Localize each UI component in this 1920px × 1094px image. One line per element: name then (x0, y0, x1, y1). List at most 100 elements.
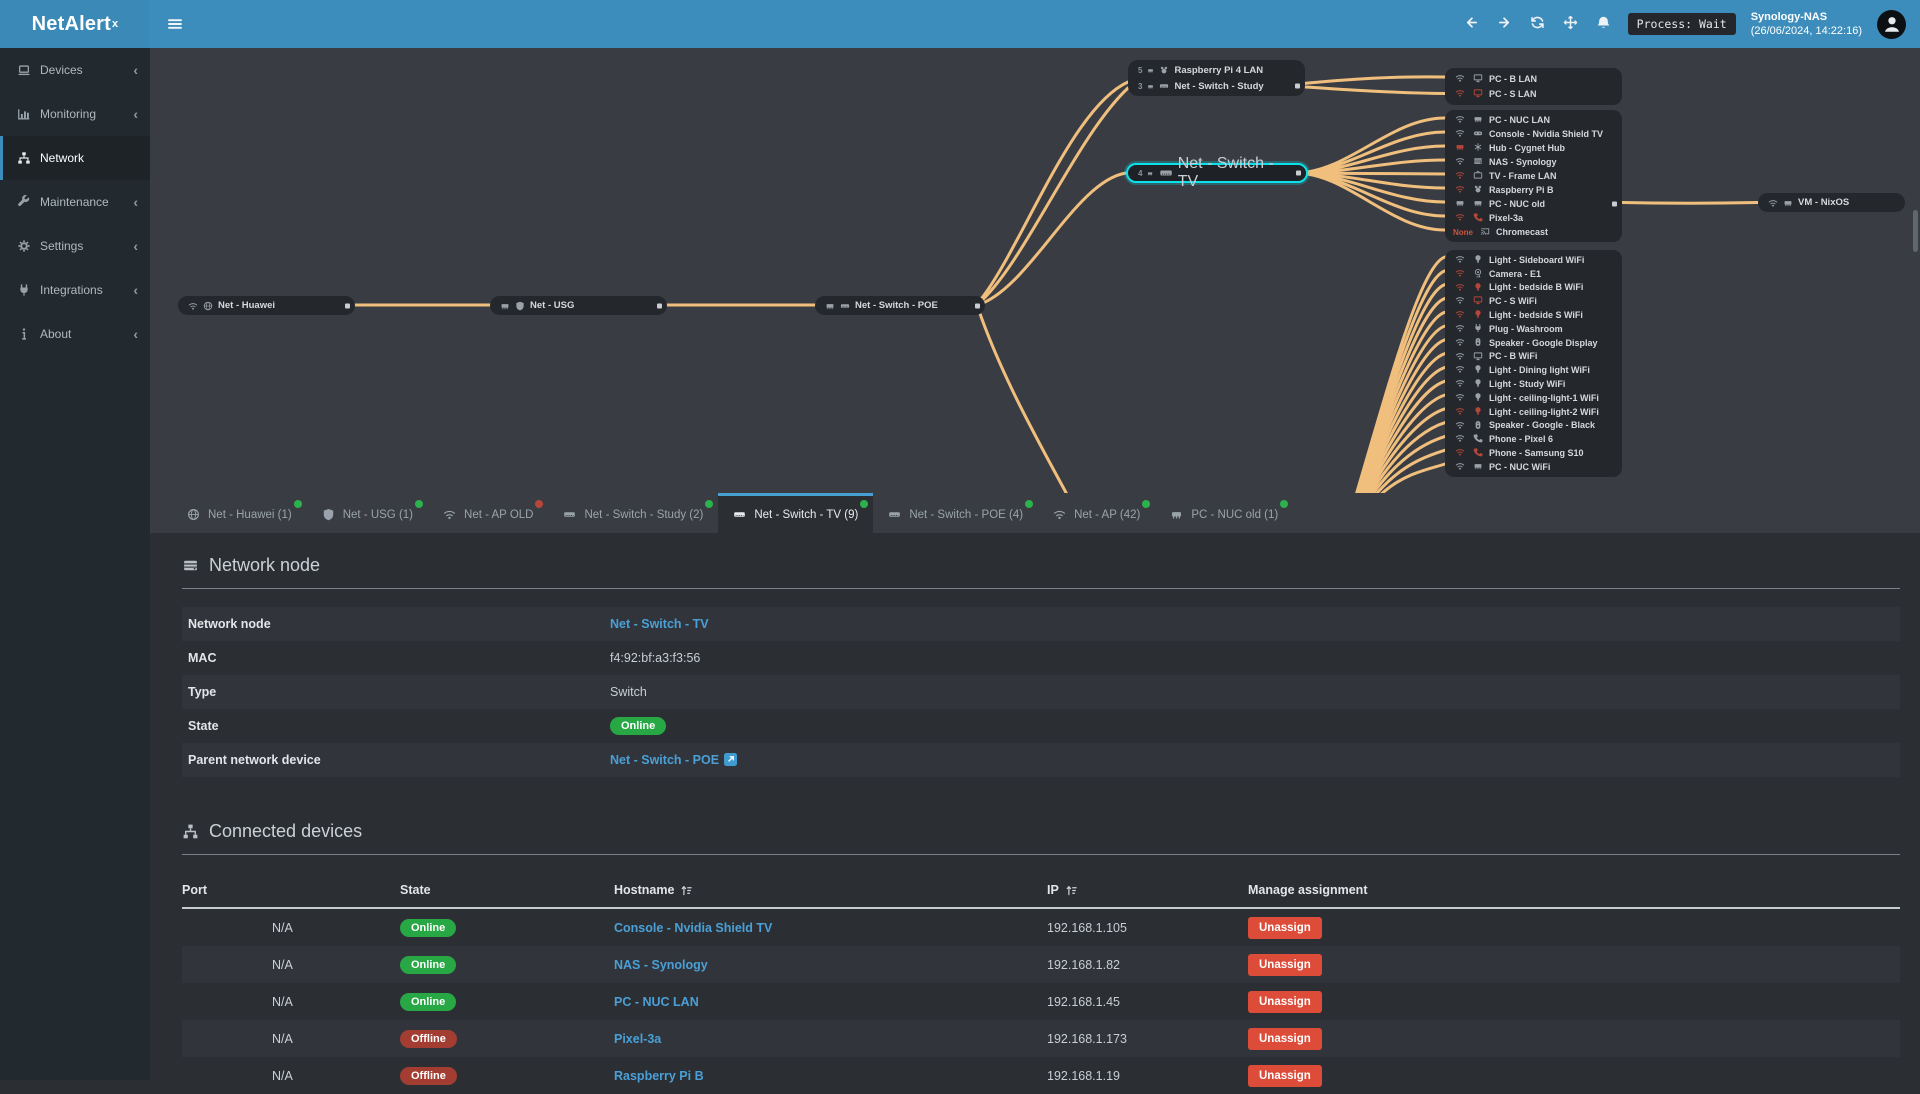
topology-device-row[interactable]: Light - bedside S WiFi (1445, 308, 1622, 322)
topology-device-row[interactable]: Light - ceiling-light-1 WiFi (1445, 391, 1622, 405)
topology-node[interactable]: 5 Raspberry Pi 4 LAN (1128, 62, 1305, 78)
unassign-button[interactable]: Unassign (1248, 916, 1322, 939)
device-hostname-link[interactable]: NAS - Synology (614, 958, 708, 972)
topology-node[interactable]: Net - USG (490, 296, 667, 315)
node-connector[interactable] (975, 303, 980, 308)
topology-device-row[interactable]: NAS - Synology (1445, 155, 1622, 169)
topology-device-row[interactable]: Light - bedside B WiFi (1445, 281, 1622, 295)
topology-node-selected[interactable]: 4 Net - Switch - TV (1126, 155, 1308, 190)
sidebar-item-integrations[interactable]: Integrations ‹ (0, 268, 150, 312)
device-hostname-link[interactable]: Raspberry Pi B (614, 1069, 704, 1083)
sidebar-item-settings[interactable]: Settings ‹ (0, 224, 150, 268)
wifi-icon (1455, 128, 1465, 138)
tab-net-ap-42-[interactable]: Net - AP (42) (1038, 493, 1155, 533)
topology-device-row[interactable]: PC - NUC WiFi (1445, 460, 1622, 474)
bulb-icon (1473, 309, 1483, 319)
topology-node-stack[interactable]: 5 Raspberry Pi 4 LAN 3 Net - Switch - St… (1128, 60, 1305, 96)
tab-label: Net - Huawei (1) (208, 508, 292, 521)
tab-net-switch-study-2-[interactable]: Net - Switch - Study (2) (548, 493, 718, 533)
sidebar-item-network[interactable]: Network (0, 136, 150, 180)
node-connector[interactable] (1296, 170, 1301, 176)
sidebar-item-about[interactable]: About ‹ (0, 312, 150, 356)
col-header-hostname[interactable]: Hostname (614, 883, 1047, 897)
unassign-button[interactable]: Unassign (1248, 953, 1322, 976)
nav-forward-button[interactable] (1496, 15, 1514, 32)
topology-canvas[interactable]: Net - Huawei Net - USG Net - Switch - PO… (150, 48, 1920, 493)
node-connector[interactable] (1612, 201, 1617, 207)
col-header-ip[interactable]: IP (1047, 883, 1248, 897)
topology-device-row[interactable]: Light - Sideboard WiFi (1445, 253, 1622, 267)
topology-device-row[interactable]: Speaker - Google Display (1445, 336, 1622, 350)
status-dot-green (293, 500, 302, 508)
node-connector[interactable] (345, 303, 350, 308)
state-badge-online: Online (400, 955, 457, 974)
topology-device-row[interactable]: Pixel-3a (1445, 211, 1622, 225)
raspberry-icon (1159, 65, 1169, 75)
plug-icon (17, 283, 31, 297)
tab-net-usg-1-[interactable]: Net - USG (1) (307, 493, 428, 533)
topology-device-row[interactable]: Light - Study WiFi (1445, 377, 1622, 391)
app-logo[interactable]: NetAlert x (0, 0, 150, 48)
wifi-icon (443, 508, 456, 521)
globe-icon (187, 508, 200, 521)
device-hostname-link[interactable]: PC - NUC LAN (614, 995, 699, 1009)
topology-node[interactable]: 3 Net - Switch - Study (1128, 78, 1305, 94)
sidebar-item-monitoring[interactable]: Monitoring ‹ (0, 92, 150, 136)
topology-node[interactable]: VM - NixOS (1758, 193, 1905, 212)
tab-net-switch-poe-4-[interactable]: Net - Switch - POE (4) (873, 493, 1038, 533)
topology-device-row[interactable]: Speaker - Google - Black (1445, 419, 1622, 433)
parent-node-link[interactable]: Net - Switch - POE (610, 753, 719, 767)
sidebar-item-devices[interactable]: Devices ‹ (0, 48, 150, 92)
topology-device-row[interactable]: Console - Nvidia Shield TV (1445, 127, 1622, 141)
wifi-icon (1053, 508, 1066, 521)
unassign-button[interactable]: Unassign (1248, 1064, 1322, 1087)
topology-device-row[interactable]: PC - NUC old (1445, 197, 1622, 211)
unassign-button[interactable]: Unassign (1248, 990, 1322, 1013)
unassign-button[interactable]: Unassign (1248, 1027, 1322, 1050)
device-label: PC - S WiFi (1489, 296, 1537, 307)
nav-back-button[interactable] (1463, 15, 1481, 32)
topology-device-row[interactable]: Hub - Cygnet Hub (1445, 141, 1622, 155)
pan-mode-button[interactable] (1562, 15, 1580, 32)
tab-pc-nuc-old-1-[interactable]: PC - NUC old (1) (1155, 493, 1293, 533)
topology-device-row[interactable]: None Chromecast (1445, 225, 1622, 239)
sidebar-item-maintenance[interactable]: Maintenance ‹ (0, 180, 150, 224)
user-avatar[interactable] (1877, 9, 1906, 39)
topology-node[interactable]: Net - Huawei (178, 296, 355, 315)
wifi-icon (1455, 88, 1465, 98)
node-label: Net - Switch - TV (1177, 155, 1274, 190)
tab-net-huawei-1-[interactable]: Net - Huawei (1) (172, 493, 307, 533)
topology-node[interactable]: Net - Switch - POE (815, 296, 985, 315)
desktop-icon (1473, 295, 1483, 305)
topology-device-row[interactable]: Phone - Samsung S10 (1445, 446, 1622, 460)
node-connector[interactable] (657, 303, 662, 308)
tab-net-switch-tv-9-[interactable]: Net - Switch - TV (9) (718, 493, 874, 533)
topology-device-row[interactable]: PC - B WiFi (1445, 350, 1622, 364)
topology-device-row[interactable]: TV - Frame LAN (1445, 169, 1622, 183)
topology-device-row[interactable]: PC - S WiFi (1445, 294, 1622, 308)
sidebar-toggle-button[interactable] (163, 12, 187, 36)
topology-device-row[interactable]: PC - NUC LAN (1445, 113, 1622, 127)
node-connector[interactable] (1295, 83, 1300, 89)
notifications-button[interactable] (1595, 15, 1613, 32)
switch-icon (733, 508, 746, 521)
eth-icon (1147, 170, 1153, 177)
device-hostname-link[interactable]: Console - Nvidia Shield TV (614, 921, 772, 935)
device-hostname-link[interactable]: Pixel-3a (614, 1032, 661, 1046)
node-link[interactable]: Net - Switch - TV (610, 617, 709, 631)
eth-icon (1147, 83, 1154, 90)
topology-device-row[interactable]: Camera - E1 (1445, 267, 1622, 281)
topology-device-row[interactable]: PC - S LAN (1445, 87, 1622, 103)
refresh-button[interactable] (1529, 15, 1547, 32)
camera-icon (1473, 268, 1483, 278)
tab-net-ap-old[interactable]: Net - AP OLD (428, 493, 548, 533)
process-status-badge: Process: Wait (1627, 13, 1736, 35)
wifi-icon (188, 301, 198, 311)
topology-device-row[interactable]: Phone - Pixel 6 (1445, 432, 1622, 446)
topology-device-row[interactable]: Plug - Washroom (1445, 322, 1622, 336)
topology-device-row[interactable]: Raspberry Pi B (1445, 183, 1622, 197)
topology-device-row[interactable]: Light - ceiling-light-2 WiFi (1445, 405, 1622, 419)
topology-device-row[interactable]: Light - Dining light WiFi (1445, 363, 1622, 377)
scrollbar-thumb[interactable] (1913, 210, 1918, 252)
topology-device-row[interactable]: PC - B LAN (1445, 71, 1622, 87)
